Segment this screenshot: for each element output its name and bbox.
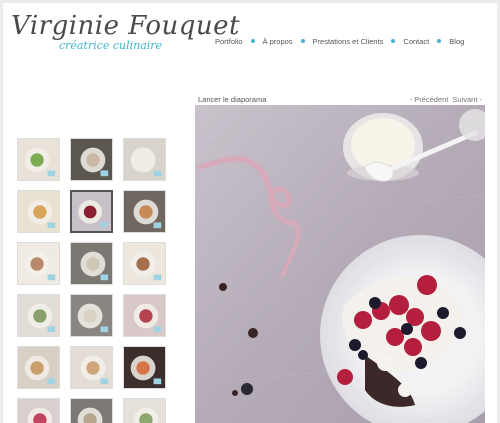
thumbnail-11[interactable] [70, 294, 113, 337]
thumbnail-18[interactable] [123, 398, 166, 423]
brand-tagline: créatrice culinaire [59, 39, 163, 52]
nav-item-a-propos[interactable]: À propos [263, 37, 293, 46]
thumbnail-image [71, 139, 112, 180]
gallery-pager: - Précédent Suivant - [410, 95, 482, 104]
thumbnail-1[interactable] [17, 138, 60, 181]
thumbnail-2[interactable] [70, 138, 113, 181]
main-nav: Portfolio À propos Prestations et Client… [215, 34, 464, 48]
thumbnail-image [124, 243, 165, 284]
thumbnail-13[interactable] [17, 346, 60, 389]
thumbnail-image [18, 295, 59, 336]
nav-item-prestations[interactable]: Prestations et Clients [313, 37, 384, 46]
thumbnail-image [124, 399, 165, 423]
brand-name: Virginie Fouquet [11, 11, 240, 41]
thumbnail-image [124, 295, 165, 336]
thumbnail-15[interactable] [123, 346, 166, 389]
main-photo [195, 105, 485, 423]
dessert-photo-illustration [195, 105, 485, 423]
thumbnail-image [18, 399, 59, 423]
thumbnail-6[interactable] [123, 190, 166, 233]
thumbnail-17[interactable] [70, 398, 113, 423]
nav-separator-dot [437, 39, 442, 43]
thumbnail-16[interactable] [17, 398, 60, 423]
thumbnail-image [71, 399, 112, 423]
thumbnail-9[interactable] [123, 242, 166, 285]
thumbnail-5[interactable] [70, 190, 113, 233]
thumbnail-image [71, 243, 112, 284]
nav-item-blog[interactable]: Blog [449, 37, 464, 46]
thumbnail-image [18, 191, 59, 232]
slideshow-link[interactable]: Lancer le diaporama [198, 95, 266, 104]
nav-separator-dot [250, 39, 255, 43]
nav-separator-dot [391, 39, 396, 43]
next-link[interactable]: Suivant - [452, 95, 482, 104]
thumbnail-image [71, 347, 112, 388]
thumbnail-12[interactable] [123, 294, 166, 337]
thumbnail-image [124, 191, 165, 232]
thumbnail-image [124, 139, 165, 180]
nav-item-contact[interactable]: Contact [403, 37, 429, 46]
page: Virginie Fouquet créatrice culinaire Por… [3, 3, 497, 423]
thumbnail-8[interactable] [70, 242, 113, 285]
thumbnail-image [18, 243, 59, 284]
thumbnail-14[interactable] [70, 346, 113, 389]
thumbnail-4[interactable] [17, 190, 60, 233]
thumbnail-10[interactable] [17, 294, 60, 337]
thumbnail-image [124, 347, 165, 388]
thumbnail-image [71, 295, 112, 336]
nav-separator-dot [300, 39, 305, 43]
thumbnail-image [18, 139, 59, 180]
thumbnail-3[interactable] [123, 138, 166, 181]
nav-item-portfolio[interactable]: Portfolio [215, 37, 243, 46]
thumbnail-image [18, 347, 59, 388]
thumbnail-image [72, 192, 111, 231]
thumbnail-7[interactable] [17, 242, 60, 285]
previous-link[interactable]: - Précédent [410, 95, 449, 104]
